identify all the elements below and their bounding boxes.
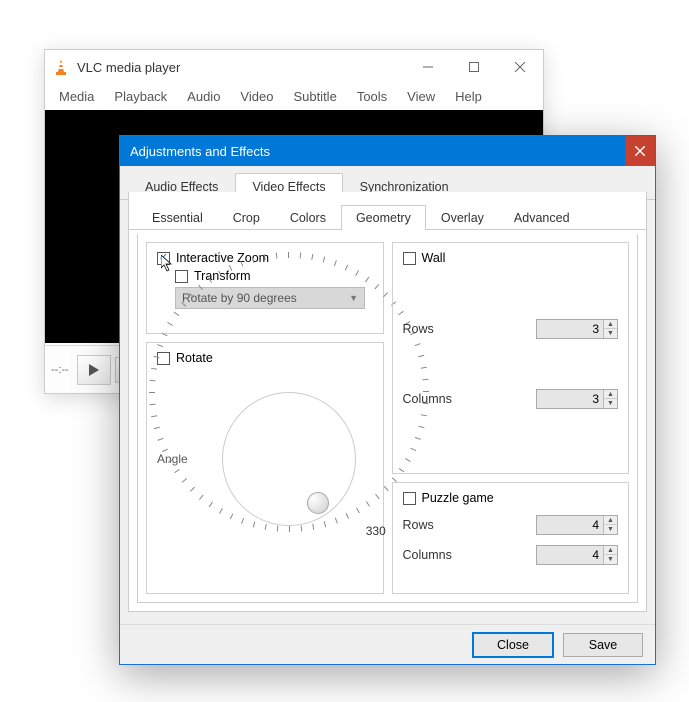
checkbox-icon <box>403 252 416 265</box>
geometry-panel: Interactive Zoom Transform Rotate by 90 … <box>137 234 638 603</box>
dial-knob[interactable] <box>307 492 329 514</box>
video-effects-panel: Essential Crop Colors Geometry Overlay A… <box>128 192 647 612</box>
wall-rows-value: 3 <box>537 322 603 336</box>
checkbox-icon <box>403 492 416 505</box>
menu-playback[interactable]: Playback <box>104 87 177 106</box>
vlc-time-elapsed: --:-- <box>51 364 69 376</box>
geometry-left-column: Interactive Zoom Transform Rotate by 90 … <box>146 242 384 594</box>
sub-tabs: Essential Crop Colors Geometry Overlay A… <box>129 204 646 230</box>
chevron-down-icon[interactable]: ▼ <box>604 399 617 408</box>
transform-checkbox[interactable]: Transform <box>175 269 373 283</box>
vlc-titlebar: VLC media player <box>45 50 543 84</box>
puzzle-rows-label: Rows <box>403 518 434 532</box>
wall-rows-label: Rows <box>403 322 434 336</box>
transform-combo[interactable]: Rotate by 90 degrees ▼ <box>175 287 365 309</box>
puzzle-cols-row: Columns 4 ▲▼ <box>403 545 619 565</box>
wall-cols-value: 3 <box>537 392 603 406</box>
dialog-title: Adjustments and Effects <box>130 144 270 159</box>
menu-video[interactable]: Video <box>230 87 283 106</box>
puzzle-cols-value: 4 <box>537 548 603 562</box>
vlc-menubar: Media Playback Audio Video Subtitle Tool… <box>45 84 543 108</box>
dialog-titlebar[interactable]: Adjustments and Effects <box>120 136 655 166</box>
puzzle-rows-spinner[interactable]: 4 ▲▼ <box>536 515 618 535</box>
menu-tools[interactable]: Tools <box>347 87 397 106</box>
rotate-label: Rotate <box>176 351 213 365</box>
close-window-button[interactable] <box>497 51 543 83</box>
puzzle-group: Puzzle game Rows 4 ▲▼ Columns 4 ▲▼ <box>392 482 630 594</box>
save-button[interactable]: Save <box>563 633 643 657</box>
dialog-footer: Close Save <box>120 624 655 664</box>
minimize-button[interactable] <box>405 51 451 83</box>
angle-label: Angle <box>157 452 201 466</box>
vlc-window-title: VLC media player <box>77 60 405 75</box>
wall-cols-spinner[interactable]: 3 ▲▼ <box>536 389 618 409</box>
spinner-arrows[interactable]: ▲▼ <box>603 546 617 564</box>
dialog-close-button[interactable] <box>625 136 655 166</box>
wall-cols-label: Columns <box>403 392 452 406</box>
puzzle-rows-value: 4 <box>537 518 603 532</box>
chevron-down-icon: ▼ <box>349 293 358 303</box>
maximize-button[interactable] <box>451 51 497 83</box>
chevron-down-icon[interactable]: ▼ <box>604 555 617 564</box>
wall-label: Wall <box>422 251 446 265</box>
chevron-up-icon[interactable]: ▲ <box>604 516 617 525</box>
checkbox-icon <box>157 252 170 265</box>
close-button[interactable]: Close <box>473 633 553 657</box>
dial-ring <box>222 392 356 526</box>
menu-media[interactable]: Media <box>49 87 104 106</box>
puzzle-checkbox[interactable]: Puzzle game <box>403 491 619 505</box>
tab-overlay[interactable]: Overlay <box>426 205 499 230</box>
menu-subtitle[interactable]: Subtitle <box>283 87 346 106</box>
angle-dial[interactable]: 330 <box>214 384 364 534</box>
chevron-up-icon[interactable]: ▲ <box>604 546 617 555</box>
wall-checkbox[interactable]: Wall <box>403 251 619 265</box>
checkbox-icon <box>175 270 188 283</box>
chevron-up-icon[interactable]: ▲ <box>604 320 617 329</box>
vlc-cone-icon <box>53 58 69 76</box>
wall-group: Wall Rows 3 ▲▼ Columns 3 <box>392 242 630 474</box>
rotate-group: Rotate Angle 330 <box>146 342 384 594</box>
wall-rows-spinner[interactable]: 3 ▲▼ <box>536 319 618 339</box>
spinner-arrows[interactable]: ▲▼ <box>603 516 617 534</box>
puzzle-label: Puzzle game <box>422 491 494 505</box>
tab-geometry[interactable]: Geometry <box>341 205 426 230</box>
menu-view[interactable]: View <box>397 87 445 106</box>
spinner-arrows[interactable]: ▲▼ <box>603 320 617 338</box>
wall-cols-row: Columns 3 ▲▼ <box>403 389 619 409</box>
rotate-dial-area: Angle 330 <box>157 369 373 549</box>
geometry-right-column: Wall Rows 3 ▲▼ Columns 3 <box>392 242 630 594</box>
rotate-checkbox[interactable]: Rotate <box>157 351 373 365</box>
play-button[interactable] <box>77 355 111 385</box>
tab-advanced[interactable]: Advanced <box>499 205 585 230</box>
angle-value: 330 <box>366 524 386 538</box>
wall-rows-row: Rows 3 ▲▼ <box>403 319 619 339</box>
interactive-zoom-label: Interactive Zoom <box>176 251 269 265</box>
menu-audio[interactable]: Audio <box>177 87 230 106</box>
tab-colors[interactable]: Colors <box>275 205 341 230</box>
tab-essential[interactable]: Essential <box>137 205 218 230</box>
tab-crop[interactable]: Crop <box>218 205 275 230</box>
puzzle-cols-spinner[interactable]: 4 ▲▼ <box>536 545 618 565</box>
spinner-arrows[interactable]: ▲▼ <box>603 390 617 408</box>
puzzle-rows-row: Rows 4 ▲▼ <box>403 515 619 535</box>
puzzle-cols-label: Columns <box>403 548 452 562</box>
chevron-down-icon[interactable]: ▼ <box>604 525 617 534</box>
chevron-down-icon[interactable]: ▼ <box>604 329 617 338</box>
transform-label: Transform <box>194 269 251 283</box>
effects-dialog: Adjustments and Effects Audio Effects Vi… <box>119 135 656 665</box>
transform-combo-value: Rotate by 90 degrees <box>182 291 297 305</box>
chevron-up-icon[interactable]: ▲ <box>604 390 617 399</box>
menu-help[interactable]: Help <box>445 87 492 106</box>
